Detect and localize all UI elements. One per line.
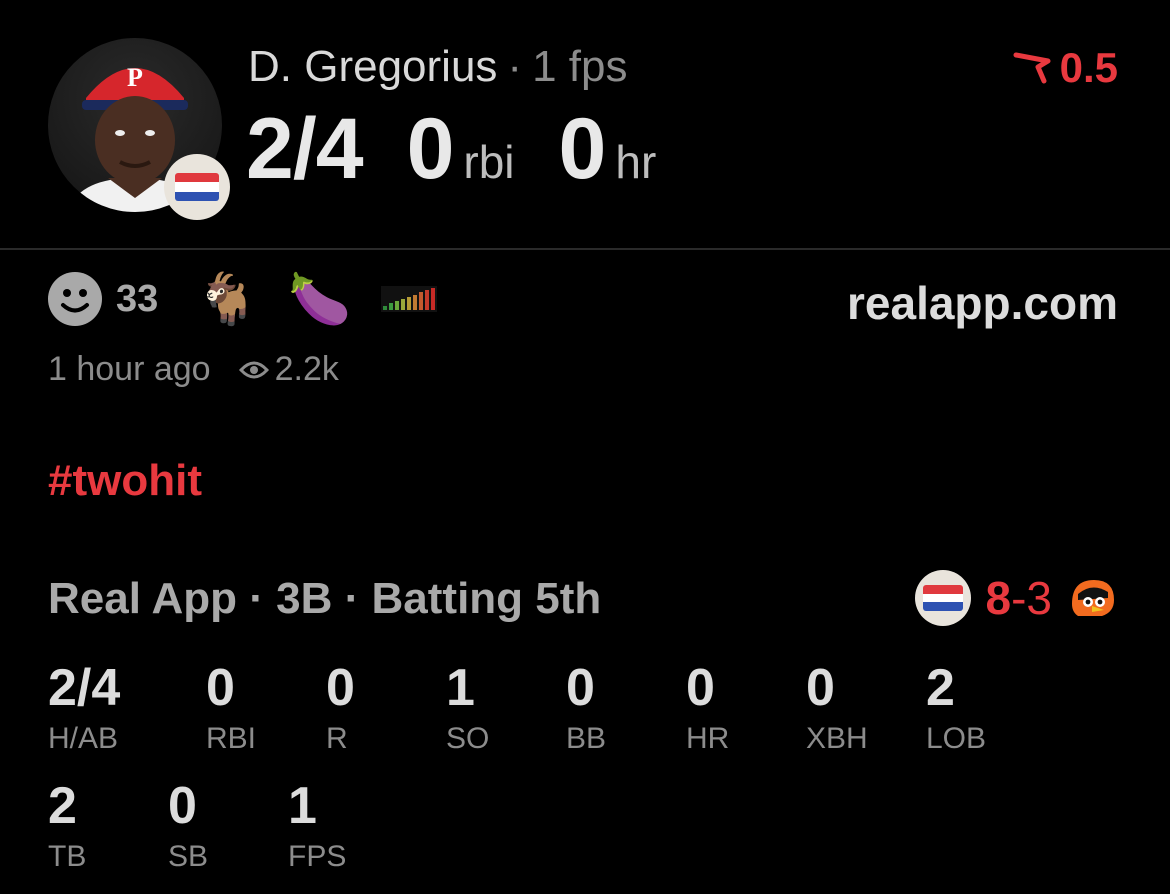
stat-value: 0 (326, 659, 355, 717)
eye-icon (238, 361, 269, 378)
stat-value: 2 (926, 659, 955, 717)
player-name[interactable]: D. Gregorius (248, 42, 497, 91)
meter-icon[interactable] (380, 286, 437, 312)
hr-unit: hr (615, 136, 657, 188)
score-away: 3 (1026, 572, 1052, 624)
stat-label: HR (686, 722, 730, 755)
stat-label: SO (446, 722, 490, 755)
country-flag-badge (164, 154, 230, 220)
divider (0, 248, 1170, 250)
score-separator: - (1011, 572, 1027, 624)
stat-fps: 1 FPS (288, 780, 346, 874)
netherlands-flag-icon (915, 570, 972, 626)
stat-hr: 0 HR (686, 662, 729, 756)
eggplant-icon[interactable]: 🍆 (289, 274, 351, 324)
orioles-logo-icon (1072, 580, 1114, 616)
game-score[interactable]: 8 - 3 (915, 570, 1120, 626)
stat-r: 0 R (326, 662, 355, 756)
stat-value: 1 (446, 659, 475, 717)
score-home: 8 (985, 572, 1012, 624)
reaction-count: 33 (116, 277, 159, 320)
stat-rbi: 0 RBI (206, 662, 256, 756)
stat-value: 2 (48, 777, 77, 835)
stat-value: 0 (206, 659, 235, 717)
stat-label: LOB (926, 722, 987, 755)
stat-value: 0 (686, 659, 715, 717)
hits-at-bats: 2/4 (246, 101, 364, 197)
rating[interactable]: 0.5 (1012, 44, 1118, 92)
stat-bb: 0 BB (566, 662, 606, 756)
headline-stats: 2/4 0 rbi 0 hr (246, 100, 656, 199)
stat-label: H/AB (48, 722, 119, 755)
netherlands-flag-icon (175, 173, 219, 201)
stat-so: 1 SO (446, 662, 489, 756)
stat-h-ab: 2/4 H/AB (48, 662, 120, 756)
stat-tb: 2 TB (48, 780, 86, 874)
stat-value: 0 (168, 777, 197, 835)
stat-label: RBI (206, 722, 257, 755)
site-link[interactable]: realapp.com (847, 276, 1118, 330)
view-count: 2.2k (274, 350, 339, 388)
stat-xbh: 0 XBH (806, 662, 868, 756)
stat-value: 0 (806, 659, 835, 717)
post-time: 1 hour ago (48, 350, 211, 388)
stat-lob: 2 LOB (926, 662, 986, 756)
separator: · (507, 42, 523, 91)
post-meta: 1 hour ago 2.2k (48, 350, 339, 389)
player-fps: 1 fps (532, 42, 628, 91)
goat-icon[interactable]: 🐐 (196, 274, 258, 324)
stat-label: SB (168, 840, 209, 873)
stat-sb: 0 SB (168, 780, 208, 874)
player-name-line: D. Gregorius · 1 fps (248, 42, 627, 92)
stat-label: FPS (288, 840, 347, 873)
stat-label: R (326, 722, 348, 755)
stat-label: TB (48, 840, 87, 873)
rating-value: 0.5 (1059, 44, 1118, 91)
stat-value: 0 (566, 659, 595, 717)
stat-label: XBH (806, 722, 868, 755)
reactions-row: 33 🐐 🍆 (48, 272, 437, 326)
hr-value: 0 (558, 101, 607, 197)
stat-label: BB (566, 722, 607, 755)
hashtag-link[interactable]: #twohit (48, 456, 202, 506)
rbi-unit: rbi (463, 136, 515, 188)
rbi-value: 0 (406, 101, 455, 197)
svg-text:P: P (127, 63, 143, 92)
stat-value: 1 (288, 777, 317, 835)
real-logo-icon (1013, 52, 1051, 84)
stat-value: 2/4 (48, 659, 121, 717)
game-info: Real App · 3B · Batting 5th (48, 574, 602, 623)
smiley-icon[interactable] (48, 272, 102, 326)
